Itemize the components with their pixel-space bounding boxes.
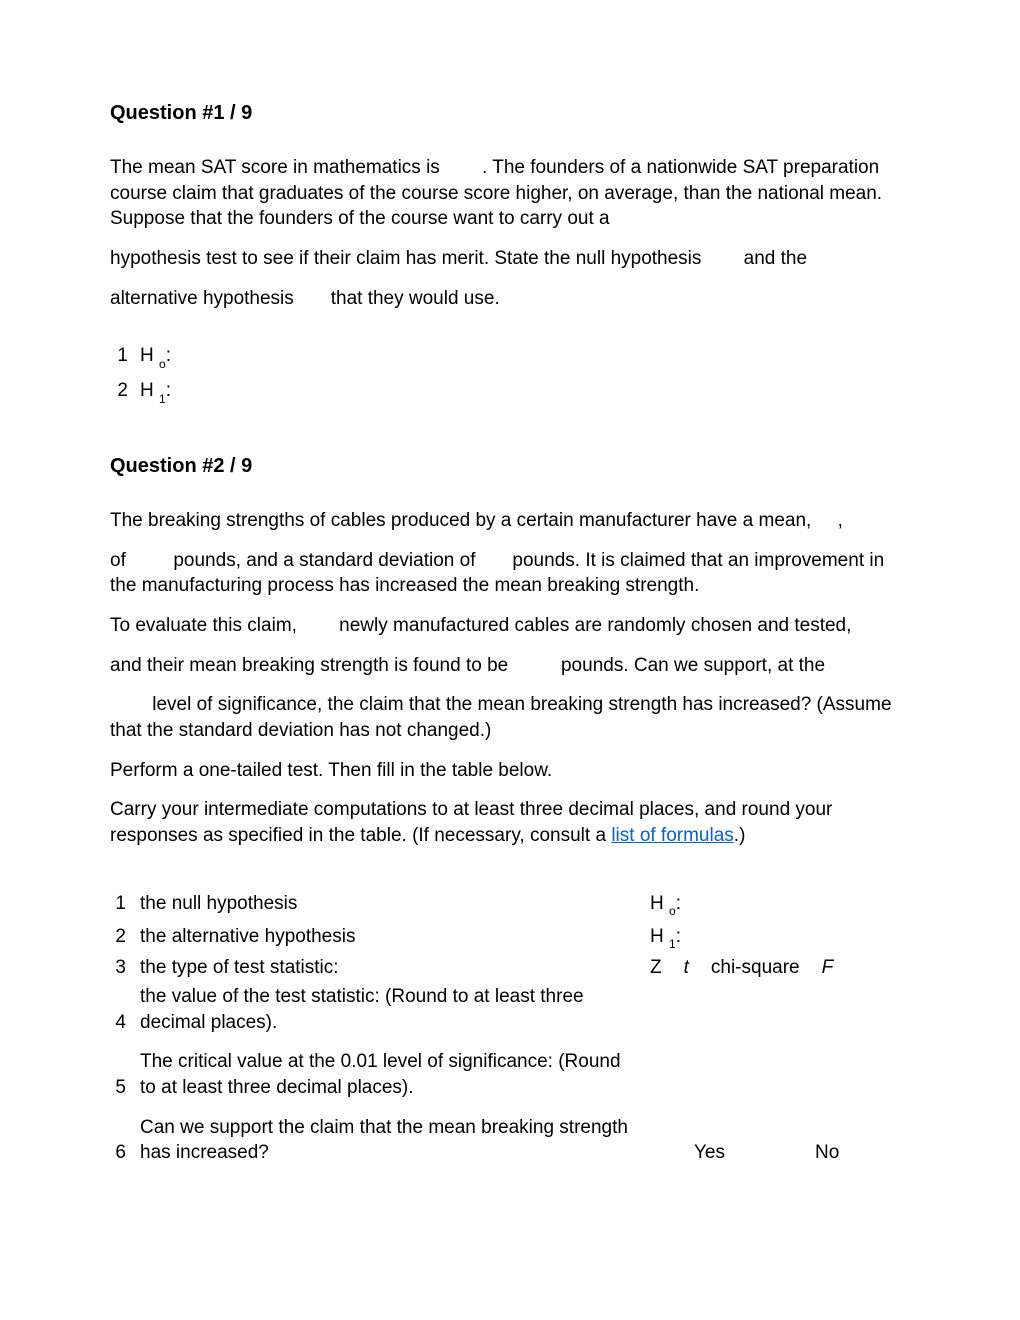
row-desc: The critical value at the 0.01 level of …	[140, 1049, 650, 1100]
q2-answer-table: 1 the null hypothesis H o: 2 the alterna…	[110, 891, 910, 1166]
row-num: 3	[110, 955, 140, 981]
row-num: 5	[110, 1075, 140, 1101]
table-row: 2 the alternative hypothesis H 1:	[110, 924, 910, 951]
table-row: 5 The critical value at the 0.01 level o…	[110, 1049, 910, 1100]
row-desc: the null hypothesis	[140, 891, 650, 917]
list-of-formulas-link[interactable]: list of formulas	[611, 825, 733, 846]
test-statistic-options: Z t chi-square F	[650, 955, 910, 981]
q1-para-2: hypothesis test to see if their claim ha…	[110, 246, 910, 272]
row-num: 4	[110, 1010, 140, 1036]
q2-para-5: level of significance, the claim that th…	[110, 692, 910, 743]
row-num: 1	[110, 891, 140, 917]
row-desc: the type of test statistic:	[140, 955, 650, 981]
q2-para-1: The breaking strengths of cables produce…	[110, 508, 910, 534]
table-row: 3 the type of test statistic: Z t chi-sq…	[110, 955, 910, 981]
q1-h1-label: H 1:	[140, 378, 910, 405]
q1-para-3: alternative hypothesis that they would u…	[110, 286, 910, 312]
q2-para-6: Perform a one-tailed test. Then fill in …	[110, 758, 910, 784]
q1-item-1: 1 H o:	[110, 343, 910, 370]
table-row: 1 the null hypothesis H o:	[110, 891, 910, 918]
option-yes: Yes	[694, 1140, 725, 1166]
table-row: 4 the value of the test statistic: (Roun…	[110, 984, 910, 1035]
table-row: 6 Can we support the claim that the mean…	[110, 1115, 910, 1166]
q1-h0-label: H o:	[140, 343, 910, 370]
list-number: 1	[110, 343, 140, 370]
row-answer: H 1:	[650, 924, 910, 951]
row-desc: the value of the test statistic: (Round …	[140, 984, 650, 1035]
list-number: 2	[110, 378, 140, 405]
q1-item-2: 2 H 1:	[110, 378, 910, 405]
row-desc: the alternative hypothesis	[140, 924, 650, 950]
option-f: F	[822, 955, 834, 981]
q1-para-1: The mean SAT score in mathematics is . T…	[110, 155, 910, 232]
alt-hypothesis-symbol: H 1:	[650, 924, 681, 951]
row-desc: Can we support the claim that the mean b…	[140, 1115, 650, 1166]
option-no: No	[815, 1140, 839, 1166]
q2-para-3: To evaluate this claim, newly manufactur…	[110, 613, 910, 639]
question-2-heading: Question #2 / 9	[110, 453, 910, 480]
null-hypothesis-symbol: H o:	[650, 891, 681, 918]
row-answer: H o:	[650, 891, 910, 918]
q2-para-2: of pounds, and a standard deviation of p…	[110, 548, 910, 599]
row-num: 2	[110, 924, 140, 950]
option-t: t	[684, 955, 689, 981]
q2-para-7: Carry your intermediate computations to …	[110, 797, 910, 848]
yes-no-options: Yes No	[650, 1140, 910, 1166]
question-1-heading: Question #1 / 9	[110, 100, 910, 127]
option-chi: chi-square	[711, 955, 800, 981]
q2-para-4: and their mean breaking strength is foun…	[110, 653, 910, 679]
option-z: Z	[650, 955, 662, 981]
row-num: 6	[110, 1140, 140, 1166]
